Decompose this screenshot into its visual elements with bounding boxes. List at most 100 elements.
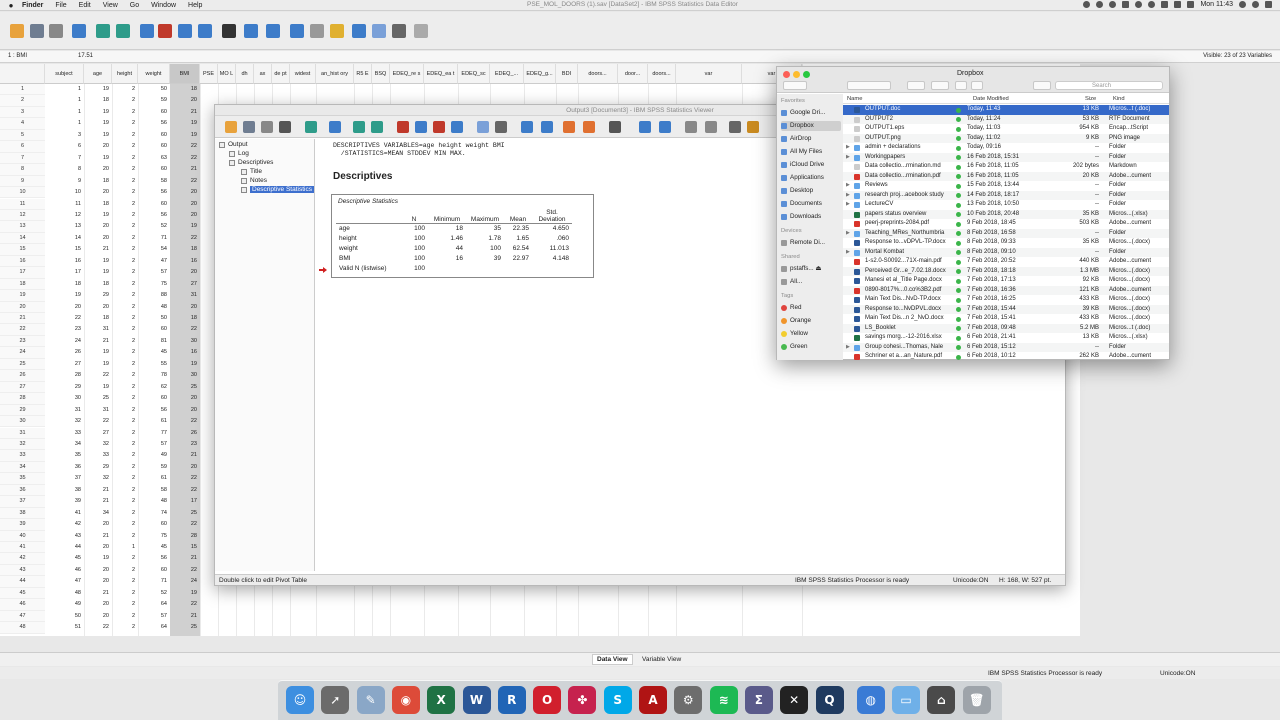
table-cell[interactable]: 19	[45, 290, 84, 301]
table-cell[interactable]: 28	[45, 370, 84, 381]
table-cell[interactable]: 55	[138, 359, 170, 370]
outline-descriptive-statistics[interactable]: Descriptive Statistics	[241, 186, 314, 193]
descriptive-statistics-pivot-table[interactable]: Descriptive Statistics N Minimum Maximum…	[331, 194, 594, 278]
table-cell[interactable]: 60	[138, 519, 170, 530]
redo-icon[interactable]	[116, 24, 130, 38]
table-cell[interactable]: 27	[45, 359, 84, 370]
table-cell[interactable]: 19	[84, 256, 112, 267]
sidebar-item-desktop[interactable]: Desktop	[781, 186, 841, 196]
list-item[interactable]: ▶ Teaching_MRes_Northumbria 8 Feb 2018, 16…	[843, 228, 1169, 238]
table-cell[interactable]: 2	[112, 508, 138, 519]
table-cell[interactable]: 31	[84, 324, 112, 335]
list-item[interactable]: peerj-preprints-2084.pdf 9 Feb 2018, 18:4…	[843, 219, 1169, 229]
row-number[interactable]: 12	[0, 209, 45, 222]
table-cell[interactable]: 59	[138, 95, 170, 106]
table-cell[interactable]: 25	[170, 508, 200, 519]
table-cell[interactable]: 22	[170, 153, 200, 164]
table-cell[interactable]: 2	[112, 450, 138, 461]
row-number[interactable]: 47	[0, 610, 45, 623]
table-cell[interactable]: 14	[45, 233, 84, 244]
print-icon[interactable]	[49, 24, 63, 38]
table-cell[interactable]: 20	[84, 187, 112, 198]
table-cell[interactable]: 2	[112, 279, 138, 290]
list-item[interactable]: ▶ Mortal Kombat 8 Feb 2018, 09:10 -- Folder	[843, 247, 1169, 257]
table-cell[interactable]: 46	[45, 565, 84, 576]
table-cell[interactable]: 21	[84, 244, 112, 255]
list-item[interactable]: Main Text Dis...NvD-TP.docx 7 Feb 2018, 1…	[843, 295, 1169, 305]
show-all-icon[interactable]	[392, 24, 406, 38]
table-cell[interactable]: 22	[170, 416, 200, 427]
dropbox-button[interactable]	[1033, 81, 1051, 90]
dock-finder-icon[interactable]: ☺	[286, 686, 314, 714]
menu-file[interactable]: File	[55, 2, 66, 9]
row-number[interactable]: 3	[0, 106, 45, 119]
table-cell[interactable]: 31	[170, 290, 200, 301]
table-cell[interactable]: 18	[45, 279, 84, 290]
dock-utility-icon[interactable]: ⌂	[927, 686, 956, 714]
table-cell[interactable]: 22	[170, 141, 200, 152]
table-cell[interactable]: 27	[84, 428, 112, 439]
row-number[interactable]: 30	[0, 416, 45, 428]
table-cell[interactable]: 9	[45, 176, 84, 187]
flag-icon[interactable]	[1187, 1, 1195, 8]
tab-data-view[interactable]: Data View	[592, 654, 633, 665]
list-item[interactable]: OUTPUT.png Today, 11:02 9 KB PNG image	[843, 133, 1169, 143]
table-cell[interactable]: 64	[138, 599, 170, 610]
table-cell[interactable]: 56	[138, 118, 170, 129]
table-cell[interactable]: 1	[112, 542, 138, 553]
open-folder-icon[interactable]	[10, 24, 24, 38]
list-item[interactable]: Main Text Dis...n 2_NvD.docx 7 Feb 2018, …	[843, 314, 1169, 324]
row-number[interactable]: 27	[0, 381, 45, 394]
table-cell[interactable]: 2	[112, 531, 138, 542]
variables-icon[interactable]	[178, 24, 192, 38]
table-cell[interactable]: 21	[170, 553, 200, 564]
table-cell[interactable]: 19	[84, 359, 112, 370]
row-number[interactable]: 39	[0, 519, 45, 531]
table-cell[interactable]: 57	[138, 439, 170, 450]
table-cell[interactable]: 23	[170, 439, 200, 450]
column-header[interactable]: var	[676, 64, 742, 84]
table-cell[interactable]: 15	[170, 542, 200, 553]
table-cell[interactable]: 18	[170, 244, 200, 255]
column-header[interactable]: de pt	[272, 64, 290, 84]
table-cell[interactable]: 28	[170, 531, 200, 542]
table-cell[interactable]: 2	[112, 599, 138, 610]
list-item[interactable]: ▶ LectureCV 13 Feb 2018, 10:50 -- Folder	[843, 200, 1169, 210]
table-cell[interactable]: 10	[45, 187, 84, 198]
row-number[interactable]: 26	[0, 370, 45, 382]
table-cell[interactable]: 20	[84, 164, 112, 175]
disclosure-triangle-icon[interactable]: ▶	[846, 200, 851, 210]
sidebar-item-documents[interactable]: Documents	[781, 199, 841, 209]
table-cell[interactable]: 12	[45, 210, 84, 221]
menu-go[interactable]: Go	[130, 2, 139, 9]
column-header[interactable]: R5 E	[354, 64, 372, 84]
table-cell[interactable]: 63	[138, 153, 170, 164]
show-icon[interactable]	[729, 121, 741, 133]
table-cell[interactable]: 2	[112, 244, 138, 255]
table-cell[interactable]: 2	[112, 130, 138, 141]
table-cell[interactable]: 33	[45, 428, 84, 439]
table-cell[interactable]: 20	[84, 221, 112, 232]
table-cell[interactable]: 2	[112, 416, 138, 427]
insert-title-icon[interactable]	[583, 121, 595, 133]
row-number[interactable]: 22	[0, 324, 45, 336]
table-cell[interactable]: 1	[45, 95, 84, 106]
close-button[interactable]	[783, 71, 790, 78]
table-cell[interactable]: 21	[170, 611, 200, 622]
table-cell[interactable]: 20	[170, 199, 200, 210]
table-cell[interactable]: 2	[112, 187, 138, 198]
table-cell[interactable]: 2	[112, 164, 138, 175]
table-cell[interactable]: 32	[84, 439, 112, 450]
row-number[interactable]: 7	[0, 152, 45, 165]
sidebar-item-shared-all[interactable]: All...	[781, 277, 841, 287]
redo-icon[interactable]	[371, 121, 383, 133]
row-number[interactable]: 8	[0, 164, 45, 176]
dock-word-icon[interactable]: W	[462, 686, 491, 714]
table-cell[interactable]: 21	[84, 336, 112, 347]
recall-dialog-icon[interactable]	[72, 24, 86, 38]
weight-cases-icon[interactable]	[310, 24, 324, 38]
table-cell[interactable]: 18	[170, 313, 200, 324]
table-cell[interactable]: 36	[45, 462, 84, 473]
table-cell[interactable]: 22	[170, 565, 200, 576]
open-icon[interactable]	[225, 121, 237, 133]
